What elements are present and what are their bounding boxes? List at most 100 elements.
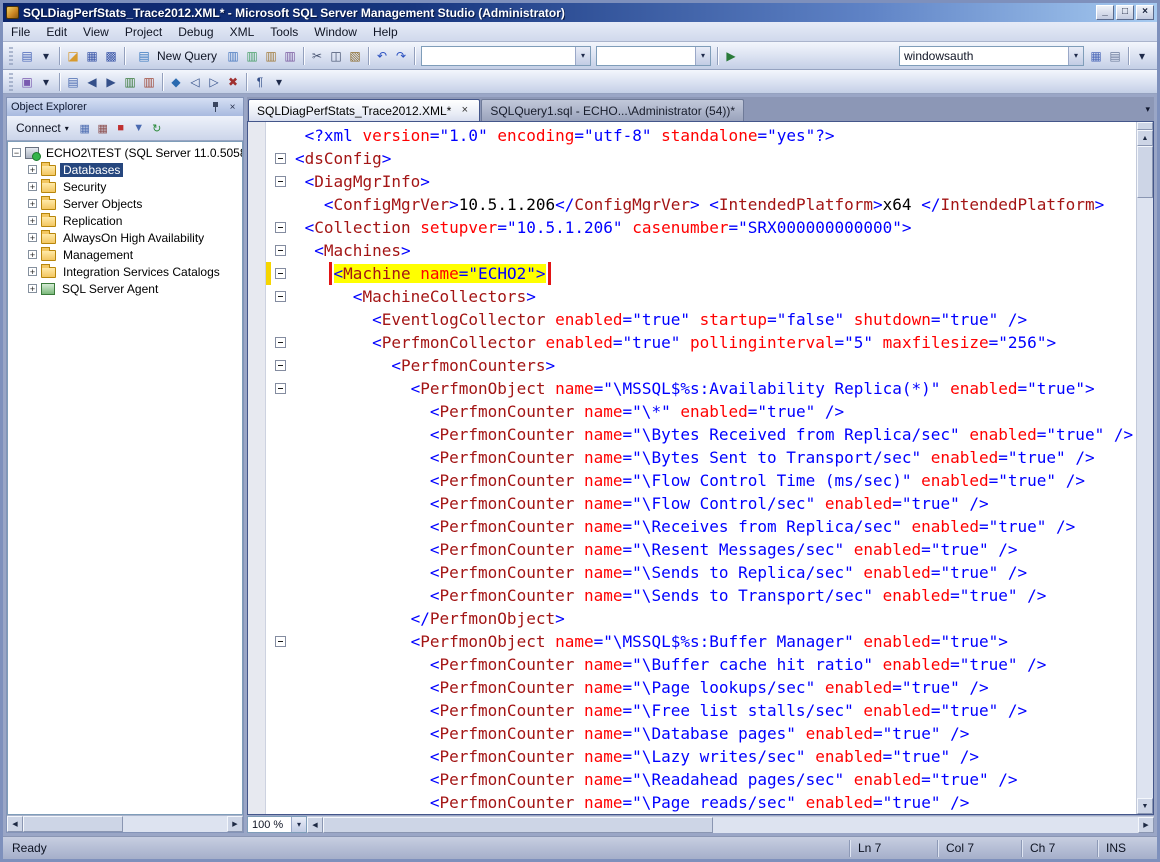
disconnect-server-icon[interactable]: ▦	[95, 120, 111, 136]
minimize-button[interactable]: _	[1096, 5, 1114, 20]
code-line[interactable]: <PerfmonCounters>	[248, 354, 1136, 377]
code-line[interactable]: <PerfmonCounter name="\Buffer cache hit …	[248, 653, 1136, 676]
clear-bookmarks-icon[interactable]: ✖	[224, 73, 242, 91]
xml-schemas-dropdown-icon[interactable]: ▾	[37, 73, 55, 91]
paste-icon[interactable]: ▧	[346, 47, 364, 65]
code-line[interactable]: <Collection setupver="10.5.1.206" casenu…	[248, 216, 1136, 239]
code-line[interactable]: <MachineCollectors>	[248, 285, 1136, 308]
menu-tools[interactable]: Tools	[262, 23, 306, 41]
dropdown-arrow-icon[interactable]: ▾	[575, 46, 591, 65]
scrollbar-thumb[interactable]	[323, 817, 713, 833]
database-engine-query-icon[interactable]: ▥	[224, 47, 242, 65]
menu-help[interactable]: Help	[365, 23, 406, 41]
editor-vscrollbar[interactable]: ▲ ▼	[1136, 122, 1153, 814]
increase-indent-icon[interactable]: ▶	[102, 73, 120, 91]
analysis-services-dmx-query-icon[interactable]: ▥	[262, 47, 280, 65]
open-file-icon[interactable]: ◪	[64, 47, 82, 65]
scrollbar-thumb[interactable]	[23, 816, 123, 832]
scrollbar-track[interactable]	[713, 817, 1138, 833]
code-line[interactable]: <PerfmonCounter name="\Flow Control/sec"…	[248, 492, 1136, 515]
fold-collapse-icon[interactable]	[275, 222, 286, 233]
code-line[interactable]: <PerfmonCounter name="\*" enabled="true"…	[248, 400, 1136, 423]
comment-selection-icon[interactable]: ▥	[121, 73, 139, 91]
dropdown-arrow-icon[interactable]: ▾	[291, 817, 306, 832]
expand-icon[interactable]: +	[28, 250, 37, 260]
template-explorer-icon[interactable]: ▤	[1106, 47, 1124, 65]
expand-icon[interactable]: +	[28, 284, 37, 294]
expand-icon[interactable]: +	[28, 182, 37, 192]
connect-server-icon[interactable]: ▦	[77, 120, 93, 136]
fold-collapse-icon[interactable]	[275, 268, 286, 279]
tree-item-server-objects[interactable]: + Server Objects	[8, 195, 242, 212]
title-bar[interactable]: SQLDiagPerfStats_Trace2012.XML* - Micros…	[3, 3, 1157, 22]
scroll-right-icon[interactable]: ▶	[227, 816, 243, 832]
zoom-combo[interactable]: 100 % ▾	[247, 816, 307, 833]
analysis-services-xmla-query-icon[interactable]: ▥	[281, 47, 299, 65]
scroll-down-icon[interactable]: ▼	[1137, 798, 1153, 814]
decrease-indent-icon[interactable]: ◀	[83, 73, 101, 91]
code-line[interactable]: <PerfmonObject name="\MSSQL$%s:Availabil…	[248, 377, 1136, 400]
scroll-left-icon[interactable]: ◀	[7, 816, 23, 832]
tree-item-management[interactable]: + Management	[8, 246, 242, 263]
expand-icon[interactable]: +	[28, 199, 37, 209]
tree-item-alwayson-high-availability[interactable]: + AlwaysOn High Availability	[8, 229, 242, 246]
document-tab[interactable]: SQLQuery1.sql - ECHO...\Administrator (5…	[481, 99, 745, 121]
save-icon[interactable]: ▦	[83, 47, 101, 65]
toolbar-options-icon[interactable]: ▾	[1133, 47, 1151, 65]
toggle-bookmark-icon[interactable]: ◆	[167, 73, 185, 91]
fold-collapse-icon[interactable]	[275, 176, 286, 187]
code-line[interactable]: <Machine name="ECHO2">	[248, 262, 1136, 285]
code-line[interactable]: <PerfmonCounter name="\Lazy writes/sec" …	[248, 745, 1136, 768]
code-line[interactable]: <PerfmonCounter name="\Page reads/sec" e…	[248, 791, 1136, 814]
code-line[interactable]: <EventlogCollector enabled="true" startu…	[248, 308, 1136, 331]
code-text-area[interactable]: <?xml version="1.0" encoding="utf-8" sta…	[248, 122, 1136, 814]
stop-icon[interactable]: ■	[113, 120, 129, 136]
editor-hscrollbar[interactable]: ◀ ▶	[307, 816, 1154, 833]
connect-dropdown-icon[interactable]: ▾	[65, 124, 69, 133]
splitter-handle[interactable]	[1137, 122, 1153, 130]
code-line[interactable]: <PerfmonCounter name="\Resent Messages/s…	[248, 538, 1136, 561]
menu-edit[interactable]: Edit	[38, 23, 75, 41]
close-panel-icon[interactable]: ×	[226, 101, 239, 114]
code-line[interactable]: <PerfmonCounter name="\Flow Control Time…	[248, 469, 1136, 492]
solution-platform-combo[interactable]: ▾	[596, 45, 712, 66]
code-line[interactable]: <PerfmonCounter name="\Bytes Received fr…	[248, 423, 1136, 446]
new-query-button[interactable]: ▤ New Query	[129, 46, 223, 66]
filter-icon[interactable]: ▼	[131, 120, 147, 136]
menu-file[interactable]: File	[3, 23, 38, 41]
redo-icon[interactable]: ↷	[392, 47, 410, 65]
code-line[interactable]: <PerfmonCounter name="\Sends to Replica/…	[248, 561, 1136, 584]
code-line[interactable]: <PerfmonObject name="\MSSQL$%s:Buffer Ma…	[248, 630, 1136, 653]
scroll-left-icon[interactable]: ◀	[307, 817, 323, 833]
menu-view[interactable]: View	[75, 23, 117, 41]
restore-button[interactable]: □	[1116, 5, 1134, 20]
fold-collapse-icon[interactable]	[275, 337, 286, 348]
code-line[interactable]: <PerfmonCounter name="\Receives from Rep…	[248, 515, 1136, 538]
xml-schemas-icon[interactable]: ▣	[18, 73, 36, 91]
registered-servers-icon[interactable]: ▦	[1087, 47, 1105, 65]
debug-target-combo[interactable]: ▾	[421, 45, 592, 66]
tree-item-integration-services-catalogs[interactable]: + Integration Services Catalogs	[8, 263, 242, 280]
tree-item-replication[interactable]: + Replication	[8, 212, 242, 229]
tree-item-server[interactable]: − ECHO2\TEST (SQL Server 11.0.5058 - E	[8, 144, 242, 161]
close-tab-icon[interactable]: ×	[458, 104, 471, 117]
expand-icon[interactable]: +	[28, 165, 37, 175]
menu-xml[interactable]: XML	[222, 23, 263, 41]
code-line[interactable]: <PerfmonCounter name="\Sends to Transpor…	[248, 584, 1136, 607]
code-line[interactable]: <PerfmonCollector enabled="true" polling…	[248, 331, 1136, 354]
scroll-right-icon[interactable]: ▶	[1138, 817, 1154, 833]
undo-icon[interactable]: ↶	[373, 47, 391, 65]
uncomment-selection-icon[interactable]: ▥	[140, 73, 158, 91]
fold-collapse-icon[interactable]	[275, 245, 286, 256]
code-line[interactable]: <Machines>	[248, 239, 1136, 262]
collapse-icon[interactable]: −	[12, 148, 21, 158]
next-bookmark-icon[interactable]: ▷	[205, 73, 223, 91]
tree-item-security[interactable]: + Security	[8, 178, 242, 195]
previous-bookmark-icon[interactable]: ◁	[186, 73, 204, 91]
code-line[interactable]: <PerfmonCounter name="\Database pages" e…	[248, 722, 1136, 745]
scrollbar-track[interactable]	[123, 816, 227, 832]
cut-icon[interactable]: ✂	[308, 47, 326, 65]
save-all-icon[interactable]: ▩	[102, 47, 120, 65]
object-explorer-hscrollbar[interactable]: ◀ ▶	[7, 815, 243, 832]
word-wrap-icon[interactable]: ¶	[251, 73, 269, 91]
